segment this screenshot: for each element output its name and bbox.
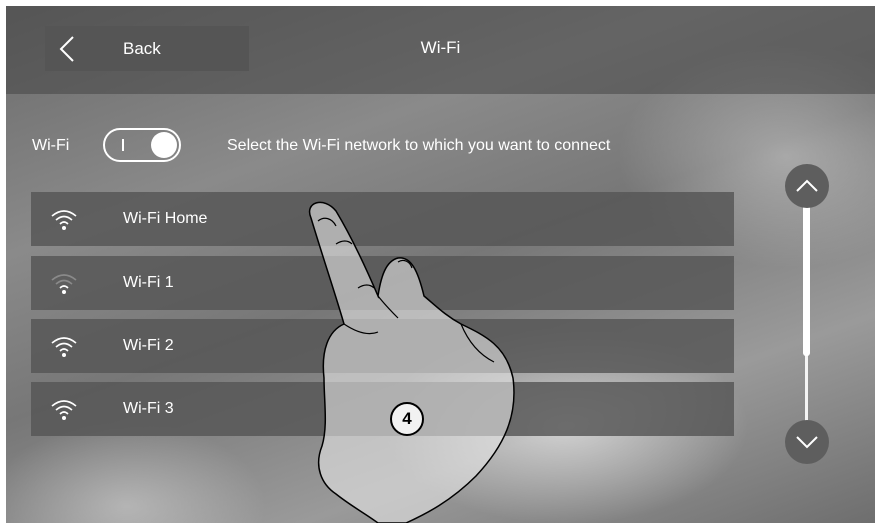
intercom-screen: Back Wi-Fi Wi-Fi Select the Wi-Fi networ…: [6, 6, 875, 523]
step-callout: 4: [390, 402, 424, 436]
pointing-hand-icon: [308, 201, 515, 523]
